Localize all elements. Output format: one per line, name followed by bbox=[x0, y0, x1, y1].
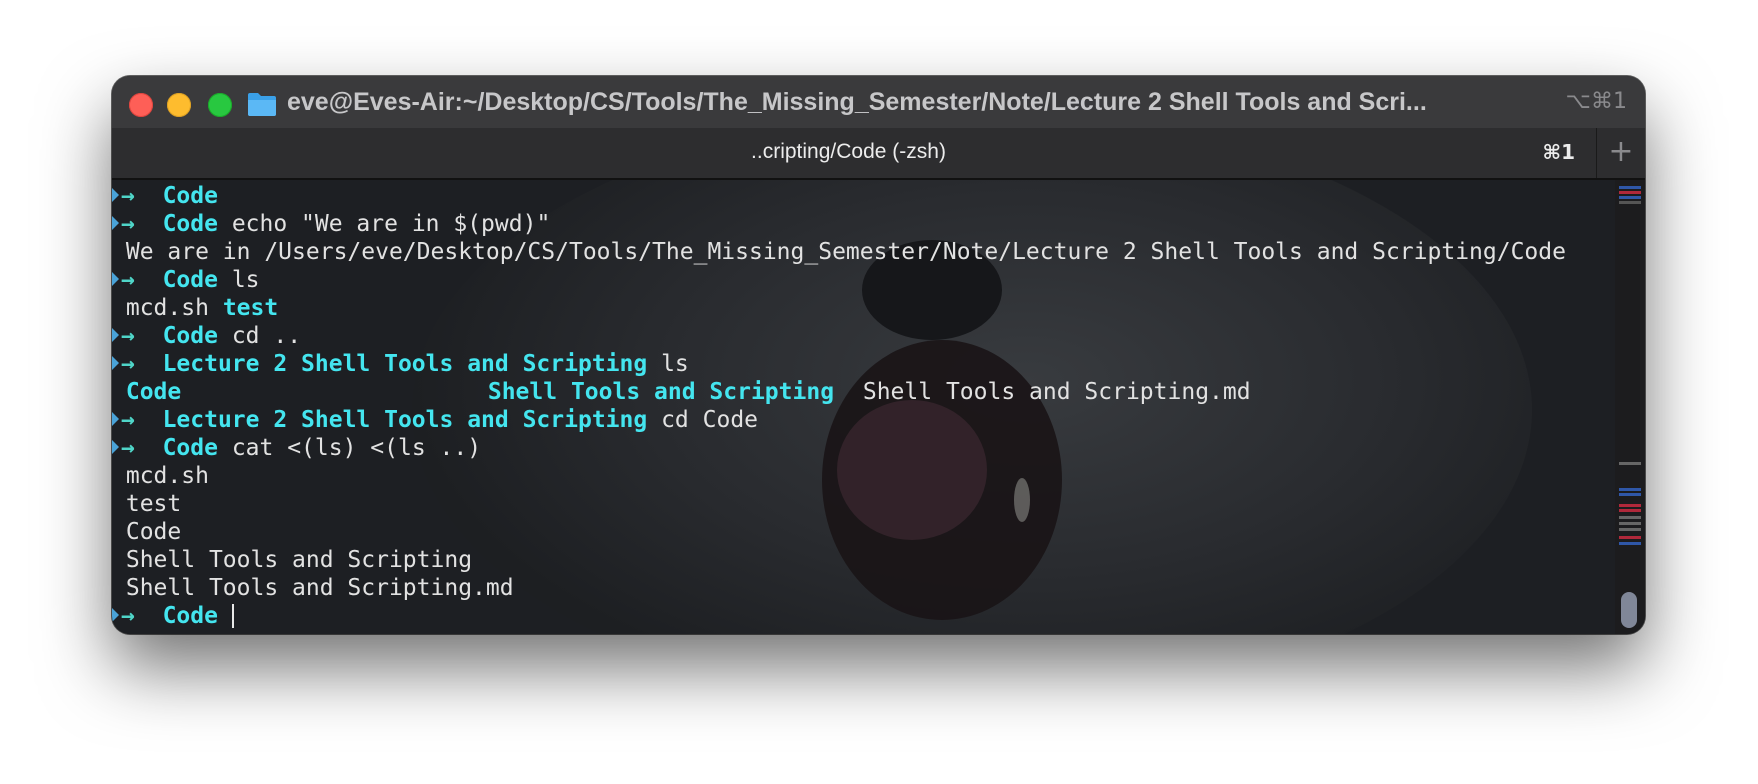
output-text: Code bbox=[125, 519, 182, 545]
prompt-arrow: → bbox=[121, 183, 135, 209]
tab-title[interactable]: ..cripting/Code (-zsh) bbox=[112, 138, 1585, 166]
close-button[interactable] bbox=[129, 93, 153, 117]
terminal-output[interactable]: → Code → Code echo "We are in $(pwd)" We… bbox=[112, 182, 1615, 630]
prompt-arrow: → bbox=[121, 435, 135, 461]
scrollbar-thumb[interactable] bbox=[1621, 592, 1637, 628]
prompt-arrow: → bbox=[121, 351, 135, 377]
terminal-line: → Lecture 2 Shell Tools and Scripting ls bbox=[112, 350, 1615, 378]
terminal-line: → Code cd .. bbox=[112, 322, 1615, 350]
folder-icon bbox=[248, 93, 276, 116]
directory-name: Code bbox=[125, 379, 182, 405]
directory-name: test bbox=[222, 295, 279, 321]
window-title: eve@Eves-Air:~/Desktop/CS/Tools/The_Miss… bbox=[287, 88, 1427, 116]
terminal-line: test bbox=[112, 490, 1615, 518]
terminal-line: → Code ls bbox=[112, 266, 1615, 294]
directory-name: Shell Tools and Scripting bbox=[487, 379, 835, 405]
prompt-marker-icon bbox=[112, 188, 119, 202]
tab-bar: ..cripting/Code (-zsh) ⌘1 + bbox=[112, 128, 1645, 180]
terminal-line: → Code bbox=[112, 182, 1615, 210]
terminal-line: We are in /Users/eve/Desktop/CS/Tools/Th… bbox=[112, 238, 1615, 266]
prompt-directory: Lecture 2 Shell Tools and Scripting bbox=[162, 351, 648, 377]
prompt-directory: Code bbox=[162, 323, 218, 349]
prompt-arrow: → bbox=[121, 323, 135, 349]
terminal-line: Shell Tools and Scripting bbox=[112, 546, 1615, 574]
terminal-line: → Code echo "We are in $(pwd)" bbox=[112, 210, 1615, 238]
terminal-line: mcd.sh test bbox=[112, 294, 1615, 322]
tab-shortcut: ⌘1 bbox=[1542, 140, 1575, 164]
terminal-line: Code Shell Tools and Scripting Shell Tools… bbox=[112, 378, 1615, 406]
command-text: cd .. bbox=[231, 323, 302, 349]
terminal-line: → Code bbox=[112, 602, 1615, 630]
prompt-marker-icon bbox=[112, 272, 119, 286]
output-text: test bbox=[125, 491, 182, 517]
output-text: Shell Tools and Scripting bbox=[125, 547, 473, 573]
file-name: mcd.sh bbox=[125, 295, 209, 321]
prompt-marker-icon bbox=[112, 608, 119, 622]
terminal-line: mcd.sh bbox=[112, 462, 1615, 490]
terminal-line: Code bbox=[112, 518, 1615, 546]
file-name: Shell Tools and Scripting.md bbox=[862, 379, 1251, 405]
terminal-window: eve@Eves-Air:~/Desktop/CS/Tools/The_Miss… bbox=[112, 76, 1645, 634]
prompt-directory: Code bbox=[162, 603, 218, 629]
output-text: Shell Tools and Scripting.md bbox=[125, 575, 514, 601]
command-text: cat <(ls) <(ls ..) bbox=[231, 435, 482, 461]
command-text: ls bbox=[231, 267, 260, 293]
output-text: We are in /Users/eve/Desktop/CS/Tools/Th… bbox=[125, 239, 1566, 265]
add-tab-button[interactable]: + bbox=[1596, 128, 1645, 178]
command-text: ls bbox=[661, 351, 689, 377]
terminal-content[interactable]: → Code → Code echo "We are in $(pwd)" We… bbox=[112, 180, 1645, 634]
prompt-arrow: → bbox=[121, 267, 135, 293]
text-cursor bbox=[231, 604, 234, 628]
prompt-directory: Code bbox=[162, 267, 218, 293]
prompt-directory: Code bbox=[162, 435, 218, 461]
prompt-directory: Lecture 2 Shell Tools and Scripting bbox=[162, 407, 648, 433]
title-bar[interactable]: eve@Eves-Air:~/Desktop/CS/Tools/The_Miss… bbox=[112, 76, 1645, 128]
prompt-arrow: → bbox=[121, 603, 135, 629]
prompt-marker-icon bbox=[112, 216, 119, 230]
scrollbar[interactable] bbox=[1615, 180, 1645, 634]
terminal-line: → Code cat <(ls) <(ls ..) bbox=[112, 434, 1615, 462]
terminal-line: → Lecture 2 Shell Tools and Scripting cd… bbox=[112, 406, 1615, 434]
minimize-button[interactable] bbox=[167, 93, 191, 117]
prompt-marker-icon bbox=[112, 440, 119, 454]
window-shortcut: ⌥⌘1 bbox=[1565, 89, 1627, 114]
command-text: echo "We are in $(pwd)" bbox=[231, 211, 551, 237]
prompt-directory: Code bbox=[162, 183, 218, 209]
prompt-marker-icon bbox=[112, 412, 119, 426]
command-text: cd Code bbox=[661, 407, 759, 433]
zoom-button[interactable] bbox=[208, 93, 232, 117]
prompt-arrow: → bbox=[121, 211, 135, 237]
prompt-marker-icon bbox=[112, 328, 119, 342]
prompt-directory: Code bbox=[162, 211, 218, 237]
prompt-arrow: → bbox=[121, 407, 135, 433]
output-text: mcd.sh bbox=[125, 463, 209, 489]
terminal-line: Shell Tools and Scripting.md bbox=[112, 574, 1615, 602]
plus-icon: + bbox=[1608, 134, 1634, 169]
prompt-marker-icon bbox=[112, 356, 119, 370]
